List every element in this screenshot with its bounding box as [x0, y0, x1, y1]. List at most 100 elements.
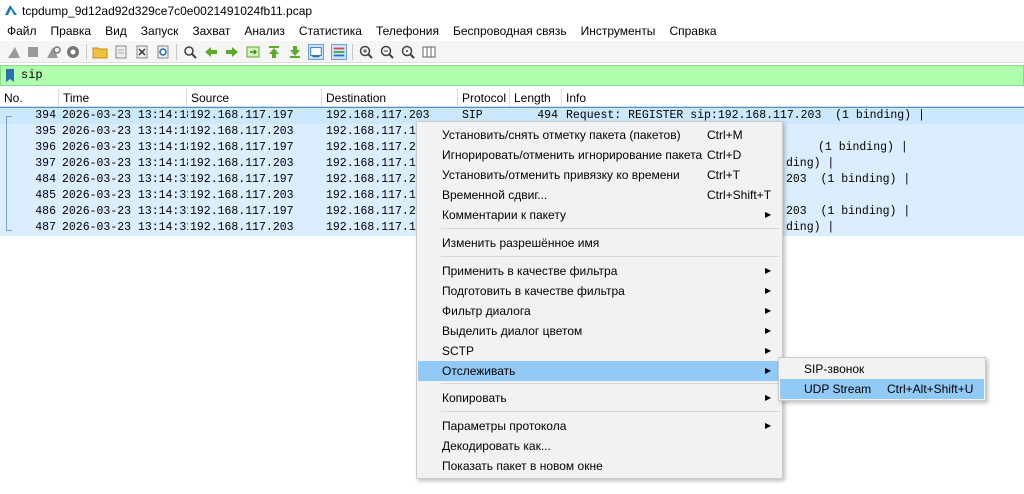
colorize-icon[interactable]	[331, 44, 347, 60]
save-file-icon[interactable]	[113, 44, 129, 60]
menu-help[interactable]: Справка	[662, 22, 723, 41]
cell-info: ding) |	[786, 157, 835, 170]
menu-item-label: Фильтр диалога	[442, 304, 531, 318]
menu-item-label: Отслеживать	[442, 364, 516, 378]
display-filter-input[interactable]	[21, 68, 921, 82]
submenu-arrow-icon: ▶	[765, 286, 772, 295]
menu-item-label: Игнорировать/отменить игнорирование паке…	[442, 148, 703, 162]
column-header-destination[interactable]: Destination	[322, 89, 458, 107]
menu-item-label: SCTP	[442, 344, 475, 358]
ctx-apply-as-filter[interactable]: Применить в качестве фильтра ▶	[418, 261, 781, 281]
menu-analyze[interactable]: Анализ	[237, 22, 292, 41]
go-back-icon[interactable]	[203, 44, 219, 60]
menu-edit[interactable]: Правка	[44, 22, 99, 41]
ctx-decode-as[interactable]: Декодировать как...	[418, 436, 781, 456]
ctx-sctp[interactable]: SCTP ▶	[418, 341, 781, 361]
column-header-info[interactable]: Info	[562, 89, 1024, 107]
related-packets-line	[6, 230, 12, 231]
menu-item-label: Подготовить в качестве фильтра	[442, 284, 625, 298]
resize-columns-icon[interactable]	[421, 44, 437, 60]
ctx-conversation-filter[interactable]: Фильтр диалога ▶	[418, 301, 781, 321]
find-icon[interactable]	[182, 44, 198, 60]
cell-info: 203 (1 binding) |	[786, 205, 911, 218]
menu-go[interactable]: Запуск	[134, 22, 186, 41]
ctx-prepare-as-filter[interactable]: Подготовить в качестве фильтра ▶	[418, 281, 781, 301]
menu-item-label: Установить/снять отметку пакета (пакетов…	[442, 128, 681, 142]
options-gear-icon[interactable]	[65, 44, 81, 60]
submenu-arrow-icon: ▶	[765, 346, 772, 355]
cell-info	[786, 188, 1024, 204]
normal-size-icon[interactable]	[400, 44, 416, 60]
window-title: tcpdump_9d12ad92d329ce7c0e0021491024fb11…	[22, 4, 313, 18]
first-packet-icon[interactable]	[266, 44, 282, 60]
bookmark-icon[interactable]	[4, 68, 16, 83]
go-to-packet-icon[interactable]	[245, 44, 261, 60]
restart-icon[interactable]	[45, 44, 61, 60]
cell-time: 2026-03-23 13:14:31	[62, 189, 188, 202]
close-file-icon[interactable]	[134, 44, 150, 60]
open-folder-icon[interactable]	[92, 44, 108, 60]
follow-submenu: SIP-звонок UDP Stream Ctrl+Alt+Shift+U	[778, 357, 986, 401]
submenu-arrow-icon: ▶	[765, 366, 772, 375]
cell-info: ding) |	[786, 221, 835, 234]
cell-info: (1 binding) |	[818, 141, 908, 154]
menu-item-shortcut: Ctrl+Alt+Shift+U	[887, 382, 974, 396]
column-header-protocol[interactable]: Protocol	[458, 89, 510, 107]
cell-no: 486	[35, 205, 56, 218]
menu-capture[interactable]: Захват	[185, 22, 237, 41]
zoom-out-icon[interactable]	[379, 44, 395, 60]
cell-source: 192.168.117.197	[190, 141, 294, 154]
submenu-udp-stream[interactable]: UDP Stream Ctrl+Alt+Shift+U	[780, 379, 984, 399]
display-filter-bar	[0, 65, 1024, 86]
cell-time: 2026-03-23 13:14:18	[62, 141, 188, 154]
menu-view[interactable]: Вид	[98, 22, 134, 41]
ctx-packet-comments[interactable]: Комментарии к пакету ▶	[418, 205, 781, 225]
column-header-time[interactable]: Time	[59, 89, 187, 107]
menu-item-label: Показать пакет в новом окне	[442, 459, 603, 473]
column-header-source[interactable]: Source	[187, 89, 322, 107]
ctx-mark-packet[interactable]: Установить/снять отметку пакета (пакетов…	[418, 125, 781, 145]
cell-no: 487	[35, 221, 56, 234]
column-header-length[interactable]: Length	[510, 89, 562, 107]
ctx-edit-resolved-name[interactable]: Изменить разрешённое имя	[418, 233, 781, 253]
menu-item-shortcut: Ctrl+M	[707, 128, 743, 142]
ctx-ignore-packet[interactable]: Игнорировать/отменить игнорирование паке…	[418, 145, 781, 165]
ctx-time-shift[interactable]: Временной сдвиг... Ctrl+Shift+T	[418, 185, 781, 205]
cell-source: 192.168.117.197	[190, 205, 294, 218]
menu-wireless[interactable]: Беспроводная связь	[446, 22, 574, 41]
submenu-sip-call[interactable]: SIP-звонок	[780, 359, 984, 379]
submenu-arrow-icon: ▶	[765, 393, 772, 402]
ctx-colorize-conversation[interactable]: Выделить диалог цветом ▶	[418, 321, 781, 341]
menu-tools[interactable]: Инструменты	[574, 22, 663, 41]
related-packets-line	[6, 116, 12, 117]
ctx-copy[interactable]: Копировать ▶	[418, 388, 781, 408]
cell-no: 484	[35, 173, 56, 186]
autoscroll-icon[interactable]	[308, 44, 324, 60]
column-header-no[interactable]: No.	[0, 89, 59, 107]
zoom-in-icon[interactable]	[358, 44, 374, 60]
cell-info: 203 (1 binding) |	[786, 173, 911, 186]
menu-telephony[interactable]: Телефония	[369, 22, 446, 41]
menu-item-label: Применить в качестве фильтра	[442, 264, 618, 278]
go-forward-icon[interactable]	[224, 44, 240, 60]
ctx-time-reference[interactable]: Установить/отменить привязку ко времени C…	[418, 165, 781, 185]
cell-time: 2026-03-23 13:14:18	[62, 125, 188, 138]
submenu-arrow-icon: ▶	[765, 421, 772, 430]
last-packet-icon[interactable]	[287, 44, 303, 60]
shark-fin-start-icon[interactable]	[6, 44, 22, 60]
cell-time: 2026-03-23 13:14:18	[62, 109, 188, 122]
cell-source: 192.168.117.197	[190, 173, 294, 186]
menu-item-label: Комментарии к пакету	[442, 208, 566, 222]
menu-separator	[441, 411, 779, 412]
reload-icon[interactable]	[155, 44, 171, 60]
stop-icon[interactable]	[25, 44, 41, 60]
menu-statistics[interactable]: Статистика	[292, 22, 369, 41]
related-packets-line	[6, 116, 7, 230]
ctx-follow[interactable]: Отслеживать ▶	[418, 361, 781, 381]
menu-file[interactable]: Файл	[0, 22, 44, 41]
ctx-protocol-preferences[interactable]: Параметры протокола ▶	[418, 416, 781, 436]
ctx-show-packet-in-new-window[interactable]: Показать пакет в новом окне	[418, 456, 781, 476]
toolbar-separator	[352, 44, 353, 60]
cell-time: 2026-03-23 13:14:18	[62, 157, 188, 170]
menu-item-label: SIP-звонок	[804, 362, 865, 376]
